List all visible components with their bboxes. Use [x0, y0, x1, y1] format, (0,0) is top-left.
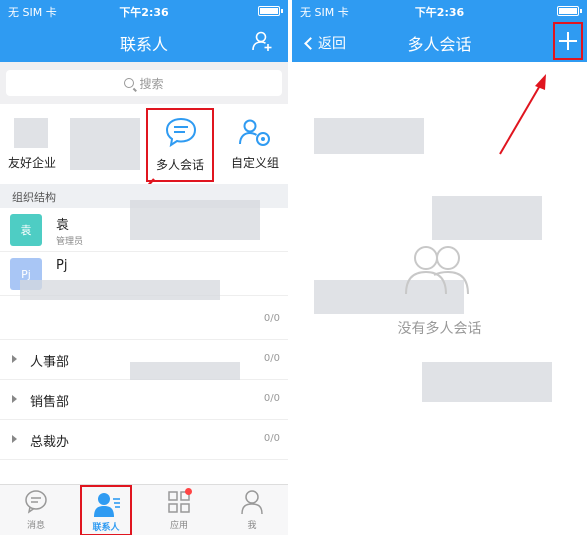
blurred-area	[314, 118, 424, 154]
tab-bar: 消息 联系人 应用 我	[0, 484, 288, 535]
friendly-enterprise-button[interactable]: 友好企业	[0, 104, 64, 184]
page-title: 多人会话	[407, 35, 472, 54]
blurred-area	[130, 200, 260, 240]
navigation-bar: 无 SIM 卡 下午2:36 联系人	[0, 0, 288, 62]
tab-label: 消息	[26, 521, 45, 531]
group-settings-icon	[239, 119, 270, 146]
tab-label: 我	[247, 521, 257, 531]
empty-contacts-icon	[405, 246, 469, 295]
contact-name: 袁	[56, 218, 70, 233]
contact-row[interactable]: 袁 袁 管理员	[0, 200, 288, 252]
tab-messages[interactable]: 消息	[0, 485, 72, 535]
status-time: 下午2:36	[119, 6, 169, 19]
department-row[interactable]: 总裁办 0/0	[0, 420, 288, 460]
department-name: 销售部	[30, 395, 70, 410]
blurred-area	[432, 196, 542, 240]
message-icon	[25, 490, 47, 514]
profile-icon	[241, 490, 263, 515]
avatar: 袁	[10, 214, 42, 246]
battery-icon	[258, 6, 283, 16]
battery-icon	[557, 6, 582, 16]
page-title: 联系人	[119, 35, 168, 54]
custom-group-button[interactable]: 自定义组	[222, 104, 288, 184]
plus-icon	[559, 32, 577, 50]
friendly-enterprise-label: 友好企业	[7, 156, 56, 170]
search-bar: 搜索	[0, 62, 288, 104]
blurred-area	[70, 118, 140, 170]
tab-apps[interactable]: 应用	[143, 485, 215, 535]
quick-actions: 友好企业 多人会话 自定义组	[0, 104, 288, 194]
department-name: 人事部	[30, 355, 70, 370]
expand-arrow-icon	[12, 395, 17, 403]
department-name: 总裁办	[30, 435, 70, 450]
chat-bubble-icon	[165, 117, 197, 148]
expand-arrow-icon	[12, 435, 17, 443]
add-group-chat-button[interactable]	[553, 22, 583, 60]
tab-label: 应用	[169, 521, 188, 531]
status-time: 下午2:36	[414, 6, 465, 19]
status-bar: 无 SIM 卡 下午2:36	[292, 0, 587, 20]
contacts-screen: 无 SIM 卡 下午2:36 联系人 搜索 友好企业 多人会话 自定义组 组织结…	[0, 0, 288, 535]
notification-badge	[185, 488, 192, 495]
custom-group-label: 自定义组	[230, 156, 279, 170]
expand-arrow-icon	[12, 355, 17, 363]
tab-contacts[interactable]: 联系人	[80, 485, 132, 535]
group-chat-label: 多人会话	[155, 158, 204, 172]
blurred-area	[422, 362, 552, 402]
annotation-arrow-icon	[499, 74, 546, 155]
department-count: 0/0	[263, 433, 280, 444]
contact-role: 管理员	[56, 237, 84, 247]
department-count: 0/0	[263, 393, 280, 404]
navigation-bar: 无 SIM 卡 下午2:36 返回 多人会话	[292, 0, 587, 62]
blurred-icon	[14, 118, 48, 148]
department-row[interactable]: 人事部 0/0	[0, 340, 288, 408]
add-contact-icon[interactable]	[252, 30, 274, 52]
status-bar: 无 SIM 卡 下午2:36	[0, 0, 288, 20]
department-count: 0/0	[263, 313, 280, 324]
empty-state-text: 没有多人会话	[397, 321, 482, 337]
department-row[interactable]: 销售部 0/0	[0, 380, 288, 420]
group-chat-button[interactable]: 多人会话	[146, 108, 214, 182]
search-input[interactable]: 搜索	[6, 70, 282, 96]
tab-label: 联系人	[92, 523, 120, 533]
department-row[interactable]: 0/0	[0, 300, 288, 340]
group-chat-screen: 无 SIM 卡 下午2:36 返回 多人会话 没有多人会话	[292, 0, 587, 535]
search-placeholder: 搜索	[139, 76, 164, 91]
department-count: 0/0	[263, 353, 280, 364]
contact-row[interactable]: Pj Pj	[0, 252, 288, 320]
contacts-icon	[94, 493, 120, 517]
contact-name: Pj	[56, 258, 68, 273]
search-icon	[124, 78, 135, 88]
tab-me[interactable]: 我	[216, 485, 288, 535]
